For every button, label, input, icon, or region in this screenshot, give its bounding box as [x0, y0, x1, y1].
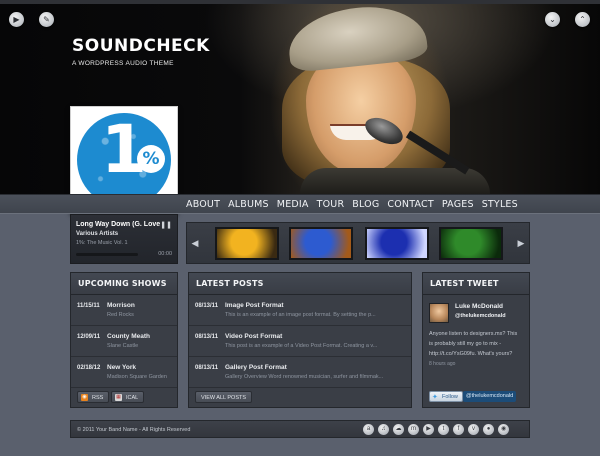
follow-label: Follow	[442, 394, 458, 400]
site-tagline: A WORDPRESS AUDIO THEME	[72, 60, 174, 67]
view-all-posts-button[interactable]: VIEW ALL POSTS	[195, 391, 253, 403]
edit-icon[interactable]: ✎	[39, 12, 54, 27]
nav-item-media[interactable]: MEDIA	[277, 195, 317, 215]
rss-icon: ◉	[81, 394, 88, 401]
carousel-thumb[interactable]	[439, 227, 503, 260]
card-title: UPCOMING SHOWS	[71, 273, 177, 295]
show-date: 02/18/12	[77, 365, 101, 371]
track-artist: Various Artists	[76, 231, 119, 237]
rss-label: RSS	[92, 395, 104, 401]
post-excerpt: This post is an example of a Video Post …	[225, 343, 378, 349]
show-title[interactable]: County Meath	[107, 333, 150, 340]
nav-list: ABOUT ALBUMS MEDIA TOUR BLOG CONTACT PAG…	[186, 195, 526, 215]
progress-bar[interactable]	[76, 253, 138, 256]
post-title[interactable]: Video Post Format	[225, 333, 282, 340]
audio-player: Long Way Down (G. Love ❚❚ Various Artist…	[70, 214, 178, 264]
copyright: © 2011 Your Band Name - All Rights Reser…	[77, 427, 191, 433]
footer: © 2011 Your Band Name - All Rights Reser…	[70, 420, 530, 438]
carousel-next-icon[interactable]: ▶	[515, 223, 527, 263]
follow-button[interactable]: ✦ Follow	[429, 391, 463, 402]
show-row[interactable]: 12/09/11 County Meath Slane Castle	[71, 327, 177, 357]
follow-handle-link[interactable]: @thelukemcdonald	[463, 391, 517, 402]
youtube-icon[interactable]: ▶	[423, 424, 434, 435]
main-nav: ABOUT ALBUMS MEDIA TOUR BLOG CONTACT PAG…	[0, 194, 600, 214]
post-date: 08/13/11	[195, 365, 219, 371]
pause-icon[interactable]: ❚❚	[160, 221, 172, 229]
site-title[interactable]: SOUNDCHECK	[72, 36, 210, 56]
flickr-icon[interactable]: ●	[483, 424, 494, 435]
post-row[interactable]: 08/13/11 Image Post Format This is an ex…	[189, 296, 411, 326]
post-date: 08/13/11	[195, 303, 219, 309]
carousel-thumb[interactable]	[365, 227, 429, 260]
show-date: 12/09/11	[77, 334, 101, 340]
nav-item-contact[interactable]: CONTACT	[387, 195, 441, 215]
ical-button[interactable]: ▦ ICAL	[111, 391, 145, 403]
facebook-icon[interactable]: f	[453, 424, 464, 435]
post-title[interactable]: Image Post Format	[225, 302, 284, 309]
post-excerpt: This is an example of an image post form…	[225, 312, 376, 318]
show-title[interactable]: New York	[107, 364, 136, 371]
carousel-prev-icon[interactable]: ◀	[189, 223, 201, 263]
tweet-text-line: Anyone listen to designers.mx? This	[429, 331, 518, 337]
play-icon[interactable]: ▶	[9, 12, 24, 27]
nav-item-pages[interactable]: PAGES	[442, 195, 482, 215]
tweet-text-line: is probably still my go to mix -	[429, 341, 502, 347]
upcoming-shows-card: UPCOMING SHOWS 11/15/11 Morrison Red Roc…	[70, 272, 178, 408]
media-carousel: ◀ ▶	[186, 222, 530, 264]
ical-label: ICAL	[126, 395, 139, 401]
tweet-text-line: http://t.co/YsG09fu. What's yours?	[429, 351, 513, 357]
post-excerpt: Gallery Overview Word renowned musician,…	[225, 374, 384, 380]
show-row[interactable]: 11/15/11 Morrison Red Rocks	[71, 296, 177, 326]
myspace-icon[interactable]: m	[408, 424, 419, 435]
show-venue: Slane Castle	[107, 343, 139, 349]
album-art-percent: %	[137, 145, 165, 173]
card-title: LATEST POSTS	[189, 273, 411, 295]
carousel-thumb[interactable]	[289, 227, 353, 260]
post-date: 08/13/11	[195, 334, 219, 340]
nav-item-styles[interactable]: STYLES	[482, 195, 526, 215]
lastfm-icon[interactable]: a	[363, 424, 374, 435]
vimeo-icon[interactable]: v	[468, 424, 479, 435]
rss-icon[interactable]: ◉	[498, 424, 509, 435]
tweet-author-handle[interactable]: @thelukemcdonald	[455, 313, 506, 319]
tweet-time: 8 hours ago	[429, 361, 456, 367]
twitter-bird-icon: ✦	[432, 394, 438, 401]
rss-button[interactable]: ◉ RSS	[77, 391, 110, 403]
carousel-thumb[interactable]	[215, 227, 279, 260]
nav-item-about[interactable]: ABOUT	[186, 195, 228, 215]
track-album: 1%: The Music Vol. 1	[76, 240, 128, 246]
show-date: 11/15/11	[77, 303, 100, 309]
latest-posts-card: LATEST POSTS 08/13/11 Image Post Format …	[188, 272, 412, 408]
show-venue: Madison Square Garden	[107, 374, 167, 380]
post-row[interactable]: 08/13/11 Gallery Post Format Gallery Ove…	[189, 358, 411, 388]
tweet-author-name[interactable]: Luke McDonald	[455, 303, 503, 310]
calendar-icon: ▦	[115, 394, 122, 401]
chevron-down-icon[interactable]: ⌄	[545, 12, 560, 27]
twitter-icon[interactable]: t	[438, 424, 449, 435]
itunes-icon[interactable]: ♫	[378, 424, 389, 435]
nav-item-albums[interactable]: ALBUMS	[228, 195, 277, 215]
chevron-up-icon[interactable]: ⌃	[575, 12, 590, 27]
tweet-text: Anyone listen to designers.mx? This is p…	[429, 329, 527, 359]
nav-item-blog[interactable]: BLOG	[352, 195, 387, 215]
soundcloud-icon[interactable]: ☁	[393, 424, 404, 435]
post-title[interactable]: Gallery Post Format	[225, 364, 287, 371]
avatar[interactable]	[429, 303, 449, 323]
top-border	[0, 0, 600, 4]
show-title[interactable]: Morrison	[107, 302, 135, 309]
show-row[interactable]: 02/18/12 New York Madison Square Garden	[71, 358, 177, 388]
show-venue: Red Rocks	[107, 312, 134, 318]
nav-item-tour[interactable]: TOUR	[317, 195, 353, 215]
social-icons: a ♫ ☁ m ▶ t f v ● ◉	[363, 424, 509, 435]
card-title: LATEST TWEET	[423, 273, 529, 295]
latest-tweet-card: LATEST TWEET Luke McDonald @thelukemcdon…	[422, 272, 530, 408]
post-row[interactable]: 08/13/11 Video Post Format This post is …	[189, 327, 411, 357]
track-title: Long Way Down (G. Love	[76, 221, 161, 228]
track-time: 00:00	[158, 251, 172, 257]
